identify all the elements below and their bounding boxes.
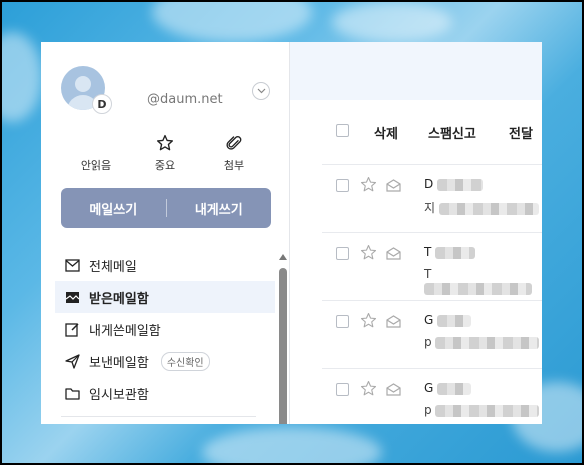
folder-all-mail[interactable]: 전체메일 [55,249,275,281]
mail-subject: 지 [424,199,539,216]
sender-initial: T [424,245,432,259]
mail-window: D @daum.net 안읽음 중요 첨부 메일쓰기 내게쓰기 전체메일 받은메… [41,42,542,424]
send-icon [63,352,81,370]
mail-sender: G [424,381,472,395]
redacted-sender [437,314,472,327]
row-checkbox[interactable] [336,383,349,396]
spam-report-button[interactable]: 스팸신고 [428,123,476,142]
mail-subject: p [424,403,540,417]
note-edit-icon [63,320,81,338]
star-icon [140,132,190,154]
paperclip-icon [209,132,259,154]
scroll-thumb[interactable] [279,268,287,424]
subject-initial: p [424,403,432,417]
mail-sender: G [424,313,472,327]
avatar-badge: D [92,94,112,114]
mail-header-area [290,42,542,100]
mail-subject: p [424,335,540,349]
star-icon[interactable] [360,176,377,197]
sender-initial: D [424,177,434,191]
mail-row[interactable]: D 지 [322,164,542,232]
envelope-icon[interactable] [386,313,401,332]
folder-label: 전체메일 [89,259,137,275]
compose-bar: 메일쓰기 내게쓰기 [61,188,271,228]
folder-sent[interactable]: 보낸메일함 수신확인 [55,345,275,377]
quick-link-important[interactable]: 중요 [140,132,190,173]
folder-inbox[interactable]: 받은메일함 [55,281,275,313]
folder-icon [63,384,81,402]
envelope-icon[interactable] [386,245,401,264]
redacted-subject [438,202,539,215]
star-icon[interactable] [360,380,377,401]
subject-initial: p [424,335,432,349]
inbox-icon [63,288,81,306]
mail-toolbar: 삭제 스팸신고 전달 [290,100,542,162]
quick-link-label: 중요 [154,159,176,172]
folder-label: 보낸메일함 [89,355,149,371]
scroll-up-arrow-icon[interactable] [279,254,287,260]
envelope-icon[interactable] [386,177,401,196]
mail-row[interactable]: T T [322,232,542,300]
mail-sender: T [424,245,476,259]
chevron-down-icon[interactable] [252,82,270,100]
subject-initial: T [424,267,432,281]
write-mail-button[interactable]: 메일쓰기 [61,199,166,218]
quick-link-label: 첨부 [223,159,245,172]
folder-label: 임시보관함 [89,387,149,403]
folder-label: 받은메일함 [89,291,149,307]
delete-button[interactable]: 삭제 [374,123,398,142]
redacted-subject [424,282,532,295]
write-to-self-button[interactable]: 내게쓰기 [167,199,272,218]
envelope-icon[interactable] [386,381,401,400]
row-checkbox[interactable] [336,179,349,192]
redacted-sender [435,246,476,259]
redacted-sender [437,178,484,191]
unread-mail-icon [71,132,121,154]
sender-initial: G [424,381,434,395]
redacted-sender [437,382,472,395]
redacted-subject [435,336,540,349]
quick-link-label: 안읽음 [80,159,112,172]
star-icon[interactable] [360,244,377,265]
quick-link-attachment[interactable]: 첨부 [209,132,259,173]
mail-row[interactable]: G p [322,300,542,368]
folder-sent-to-self[interactable]: 내게쓴메일함 [55,313,275,345]
row-checkbox[interactable] [336,315,349,328]
sidebar-divider [61,416,256,417]
folder-label: 내게쓴메일함 [89,323,161,339]
select-all-checkbox[interactable] [336,124,349,137]
mail-list-pane: 삭제 스팸신고 전달 D 지 T T G p G p [290,42,542,424]
mail-icon [63,256,81,274]
sidebar-scrollbar[interactable] [279,254,287,424]
row-checkbox[interactable] [336,247,349,260]
mail-sender: D [424,177,484,191]
forward-button[interactable]: 전달 [509,123,533,142]
mail-subject: T [424,267,542,295]
sender-initial: G [424,313,434,327]
mail-row[interactable]: G p [322,368,542,424]
account-email: @daum.net [147,92,223,107]
subject-initial: 지 [424,201,436,215]
star-icon[interactable] [360,312,377,333]
read-receipt-badge[interactable]: 수신확인 [160,351,210,371]
redacted-subject [435,404,540,417]
folder-drafts[interactable]: 임시보관함 [55,377,275,409]
quick-link-unread[interactable]: 안읽음 [71,132,121,173]
sidebar: D @daum.net 안읽음 중요 첨부 메일쓰기 내게쓰기 전체메일 받은메… [41,42,289,424]
